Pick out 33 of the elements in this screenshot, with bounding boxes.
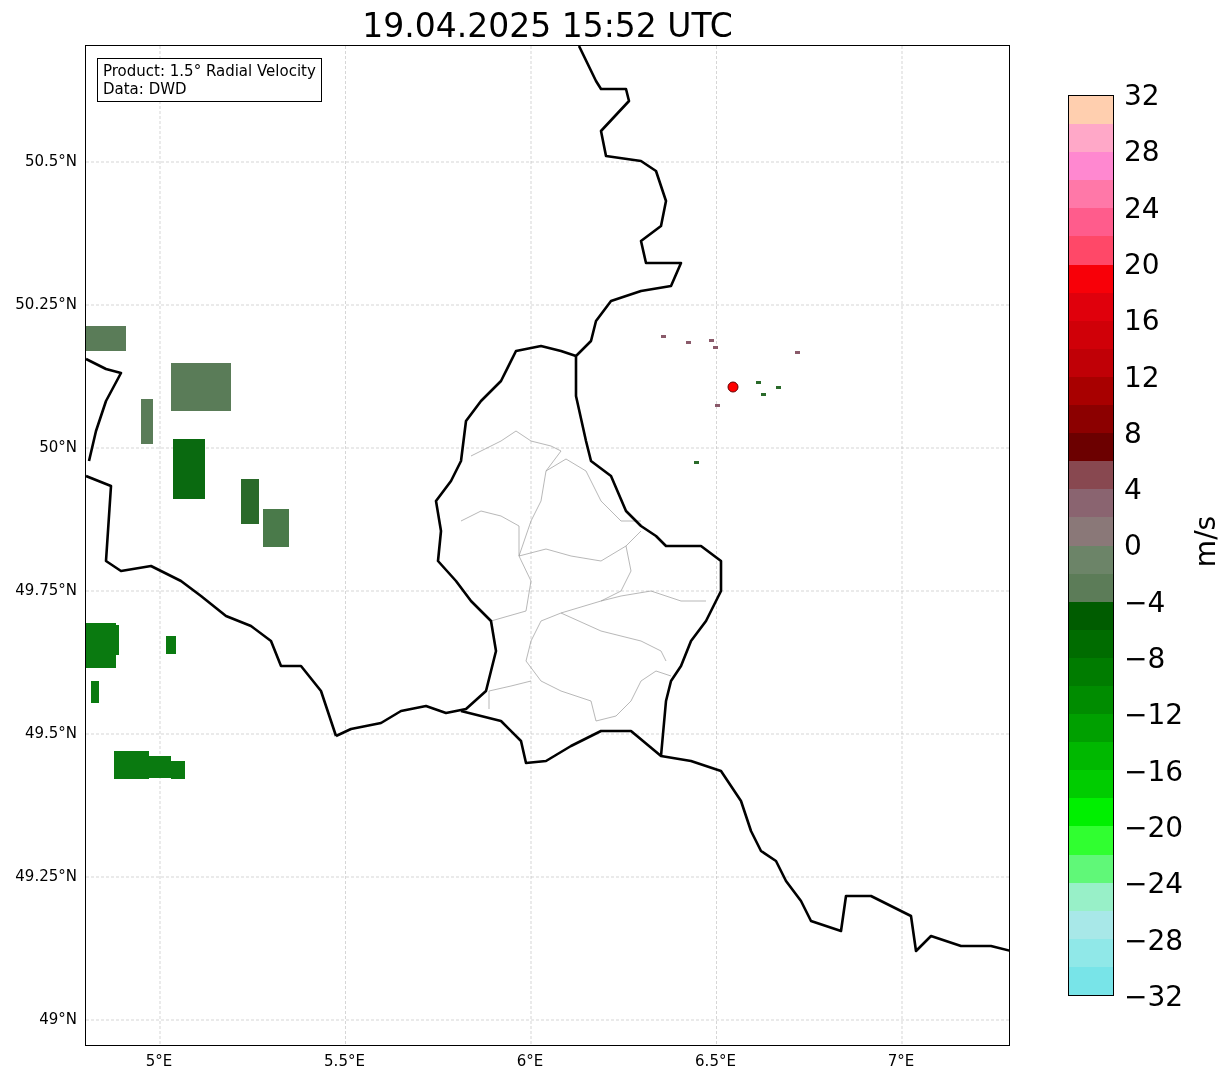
colorbar-tick-label: 16 [1123, 303, 1160, 337]
longitude-label: 5.5°E [324, 1052, 365, 1070]
chart-title: 19.04.2025 15:52 UTC [361, 5, 734, 45]
colorbar-label: m/s [1189, 515, 1223, 568]
colorbar-tick-label: 20 [1123, 247, 1160, 281]
latitude-label: 49°N [39, 1010, 77, 1028]
latitude-label: 49.25°N [15, 867, 77, 885]
colorbar-tick-label: 24 [1123, 191, 1160, 225]
colorbar-tick-label: −24 [1123, 866, 1184, 900]
colorbar-tick-label: −12 [1123, 697, 1184, 731]
colorbar-tick-label: 8 [1123, 416, 1142, 450]
latitude-label: 50.25°N [15, 295, 77, 313]
longitude-label: 5°E [145, 1052, 173, 1070]
longitude-label: 7°E [887, 1052, 915, 1070]
latitude-label: 50.5°N [24, 152, 77, 170]
colorbar-tick-label: −16 [1123, 754, 1184, 788]
colorbar-tick-label: −4 [1123, 585, 1166, 619]
longitude-label: 6°E [516, 1052, 544, 1070]
latitude-label: 50°N [39, 438, 77, 456]
info-text: Product: 1.5° Radial Velocity [103, 62, 316, 80]
colorbar-tick-label: −8 [1123, 641, 1166, 675]
colorbar-tick-label: 0 [1123, 528, 1142, 562]
colorbar-tick-label: −20 [1123, 810, 1184, 844]
colorbar-tick-label: 28 [1123, 134, 1160, 168]
longitude-label: 6.5°E [695, 1052, 736, 1070]
colorbar-tick-label: 32 [1123, 78, 1160, 112]
colorbar-tick-label: −28 [1123, 923, 1184, 956]
colorbar-tick-label: 4 [1123, 472, 1142, 506]
info-text: Data: DWD [103, 80, 188, 98]
latitude-label: 49.75°N [15, 581, 77, 599]
colorbar-tick-label: −32 [1123, 979, 1184, 1013]
colorbar-tick-label: 12 [1123, 360, 1160, 393]
latitude-label: 49.5°N [24, 724, 77, 742]
